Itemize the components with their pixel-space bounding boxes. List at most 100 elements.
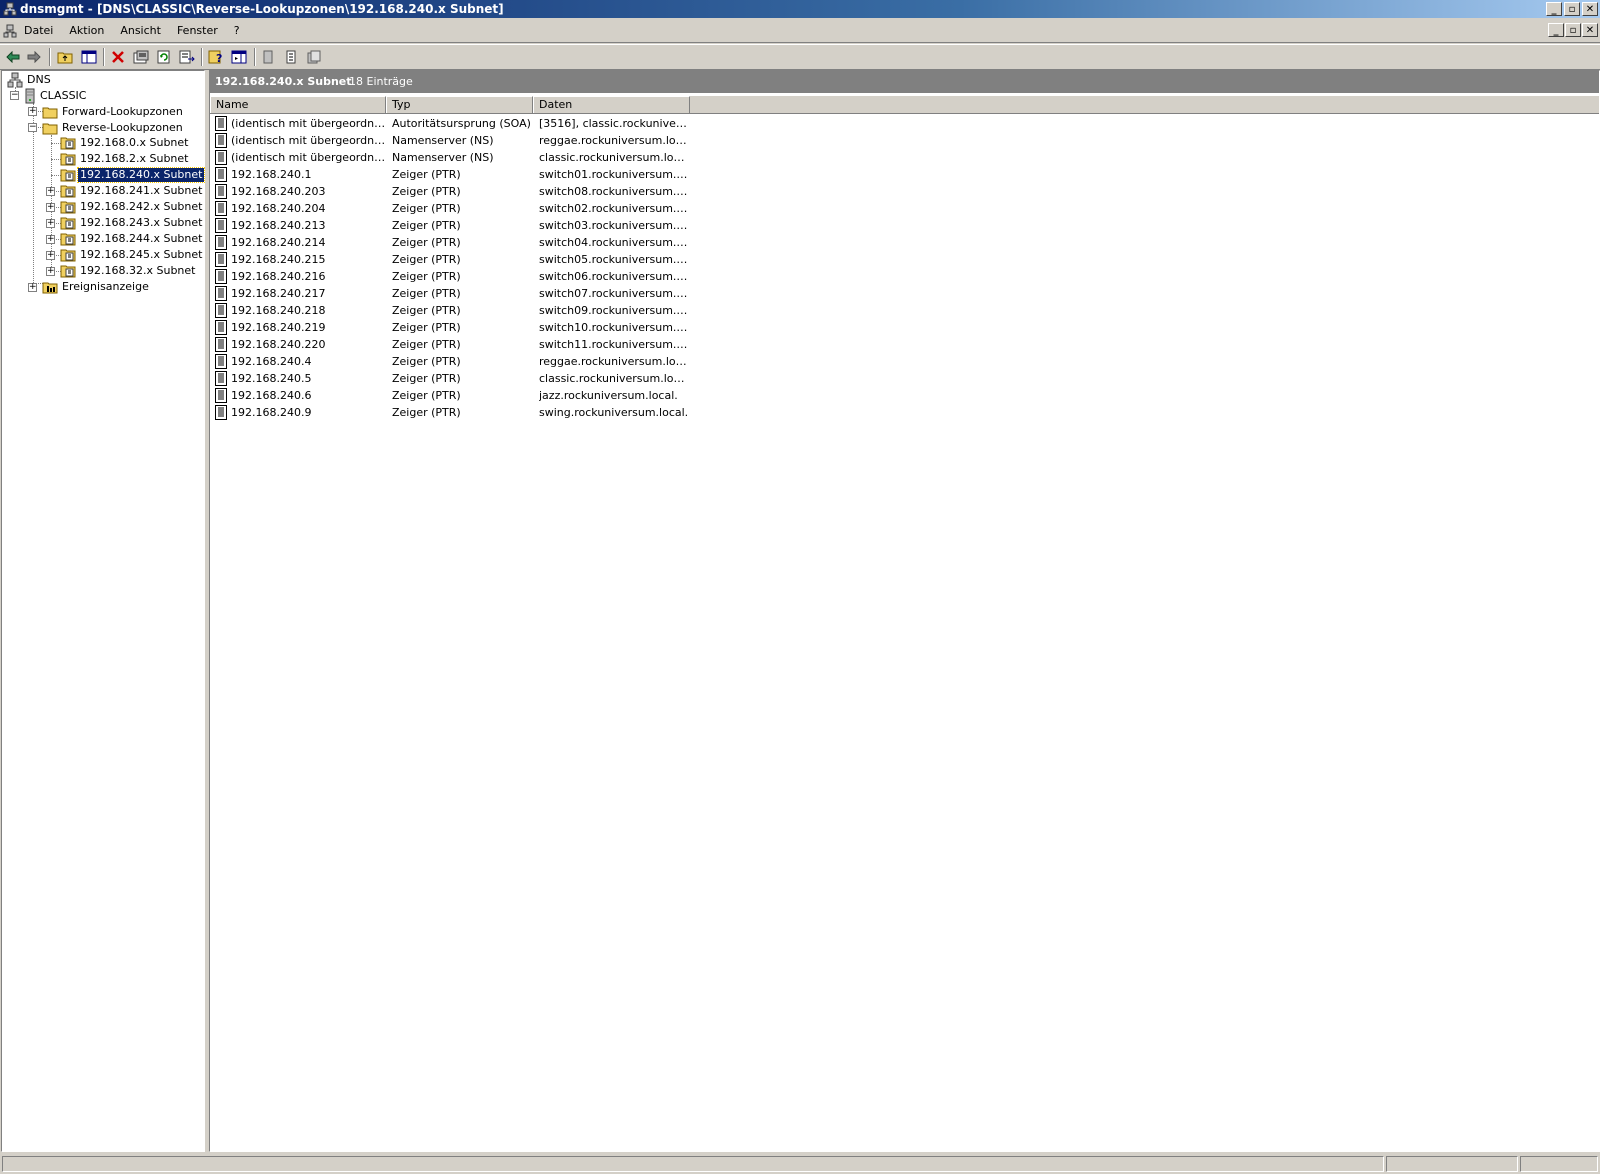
tree-node-forward-lookup[interactable]: Forward-Lookupzonen (42, 104, 185, 120)
collapse-classic-toggle[interactable]: − (10, 91, 19, 100)
cell-name: 192.168.240.204 (231, 202, 326, 215)
cell-daten: swing.rockuniversum.local. (539, 406, 689, 419)
cell-daten: switch04.rockuniversum.local. (539, 236, 689, 249)
record-row[interactable]: 192.168.240.218 Zeiger (PTR) switch09.rock… (210, 302, 1599, 319)
cell-name: 192.168.240.220 (231, 338, 326, 351)
back-icon[interactable] (4, 48, 22, 66)
expand-zone-toggle[interactable]: + (46, 267, 55, 276)
menu-help[interactable]: ? (234, 24, 248, 37)
expand-forward-toggle[interactable]: + (28, 107, 37, 116)
record-row[interactable]: 192.168.240.215 Zeiger (PTR) switch05.rock… (210, 251, 1599, 268)
close-button[interactable]: ✕ (1582, 2, 1598, 16)
record-row[interactable]: (identisch mit übergeordnete... Namenserv… (210, 149, 1599, 166)
status-bar (0, 1154, 1600, 1174)
tree-node-dns[interactable]: DNS (7, 72, 53, 88)
column-header-daten[interactable]: Daten (533, 96, 690, 113)
menu-aktion[interactable]: Aktion (69, 24, 112, 37)
record-row[interactable]: 192.168.240.219 Zeiger (PTR) switch10.rock… (210, 319, 1599, 336)
tree-node-zone[interactable]: 192.168.240.x Subnet (60, 167, 206, 183)
expand-zone-toggle[interactable]: + (46, 251, 55, 260)
zone-folder-icon (60, 167, 76, 183)
menu-datei[interactable]: Datei (24, 24, 61, 37)
cell-name: 192.168.240.214 (231, 236, 326, 249)
expand-zone-toggle[interactable]: + (46, 219, 55, 228)
column-headers: Name Typ Daten (210, 96, 1599, 114)
record-row[interactable]: 192.168.240.9 Zeiger (PTR) swing.rockunive… (210, 404, 1599, 421)
expand-events-toggle[interactable]: + (28, 283, 37, 292)
minimize-button[interactable]: _ (1546, 2, 1562, 16)
up-folder-icon[interactable] (56, 48, 74, 66)
help-icon[interactable]: ? (207, 48, 225, 66)
cell-typ: Zeiger (PTR) (392, 338, 461, 351)
mdi-restore-button[interactable]: ▫ (1565, 23, 1581, 37)
record-row[interactable]: (identisch mit übergeordnete... Autorität… (210, 115, 1599, 132)
collapse-reverse-toggle[interactable]: − (28, 123, 37, 132)
record-row[interactable]: 192.168.240.204 Zeiger (PTR) switch02.rock… (210, 200, 1599, 217)
cell-name: (identisch mit übergeordnete... (231, 151, 386, 164)
expand-zone-toggle[interactable]: + (46, 235, 55, 244)
tree-node-zone[interactable]: 192.168.0.x Subnet (60, 135, 190, 151)
record-row[interactable]: 192.168.240.4 Zeiger (PTR) reggae.rockuniv… (210, 353, 1599, 370)
cell-typ: Zeiger (PTR) (392, 287, 461, 300)
view-large-icon[interactable] (259, 48, 277, 66)
mdi-close-button[interactable]: ✕ (1582, 23, 1598, 37)
menu-ansicht[interactable]: Ansicht (120, 24, 169, 37)
delete-icon[interactable] (109, 48, 127, 66)
tree-node-ereignisanzeige[interactable]: Ereignisanzeige (42, 279, 151, 295)
cell-name: 192.168.240.1 (231, 168, 312, 181)
cell-daten: classic.rockuniversum.local. (539, 372, 689, 385)
tree-label: 192.168.2.x Subnet (80, 152, 189, 165)
tree-node-zone[interactable]: 192.168.32.x Subnet (60, 263, 197, 279)
dns-record-icon (215, 303, 227, 318)
restore-button[interactable]: ▫ (1564, 2, 1580, 16)
record-row[interactable]: 192.168.240.5 Zeiger (PTR) classic.rockuni… (210, 370, 1599, 387)
zone-folder-icon (60, 263, 76, 279)
tree-node-zone[interactable]: 192.168.2.x Subnet (60, 151, 190, 167)
record-row[interactable]: (identisch mit übergeordnete... Namenserv… (210, 132, 1599, 149)
record-row[interactable]: 192.168.240.217 Zeiger (PTR) switch07.rock… (210, 285, 1599, 302)
tree-node-classic[interactable]: CLASSIC (24, 88, 88, 104)
tree-label: 192.168.242.x Subnet (80, 200, 203, 213)
mdi-minimize-button[interactable]: _ (1548, 23, 1564, 37)
column-header-name[interactable]: Name (210, 96, 386, 113)
record-row[interactable]: 192.168.240.1 Zeiger (PTR) switch01.rockun… (210, 166, 1599, 183)
export-list-icon[interactable] (178, 48, 196, 66)
view-detail-icon[interactable] (305, 48, 323, 66)
svg-text:?: ? (216, 52, 222, 64)
tree-node-zone[interactable]: 192.168.245.x Subnet (60, 247, 204, 263)
view-list-icon[interactable] (282, 48, 300, 66)
tree-node-zone[interactable]: 192.168.244.x Subnet (60, 231, 204, 247)
dns-record-icon (215, 337, 227, 352)
tree-node-zone[interactable]: 192.168.242.x Subnet (60, 199, 204, 215)
record-row[interactable]: 192.168.240.214 Zeiger (PTR) switch04.rock… (210, 234, 1599, 251)
tree-label: 192.168.241.x Subnet (80, 184, 203, 197)
menu-fenster[interactable]: Fenster (177, 24, 226, 37)
column-header-typ[interactable]: Typ (386, 96, 533, 113)
cell-typ: Zeiger (PTR) (392, 202, 461, 215)
dns-root-icon (7, 72, 23, 88)
action-pane-icon[interactable] (230, 48, 248, 66)
cell-daten: switch03.rockuniversum.local. (539, 219, 689, 232)
console-tree[interactable]: DNS − CLASSIC + Forward-Lookupzonen − Reverse-… (1, 70, 206, 1152)
cell-typ: Zeiger (PTR) (392, 406, 461, 419)
record-row[interactable]: 192.168.240.6 Zeiger (PTR) jazz.rockuniver… (210, 387, 1599, 404)
document-system-icon[interactable] (3, 24, 17, 38)
record-row[interactable]: 192.168.240.216 Zeiger (PTR) switch06.rock… (210, 268, 1599, 285)
expand-zone-toggle[interactable]: + (46, 187, 55, 196)
result-pane[interactable]: 192.168.240.x Subnet 18 Einträge Name Ty… (209, 70, 1600, 1152)
record-row[interactable]: 192.168.240.220 Zeiger (PTR) switch11.rock… (210, 336, 1599, 353)
tree-node-zone[interactable]: 192.168.243.x Subnet (60, 215, 204, 231)
expand-zone-toggle[interactable]: + (46, 203, 55, 212)
refresh-icon[interactable] (155, 48, 173, 66)
cell-name: (identisch mit übergeordnete... (231, 117, 386, 130)
tree-node-zone[interactable]: 192.168.241.x Subnet (60, 183, 204, 199)
forward-icon[interactable] (25, 48, 43, 66)
title-bar[interactable]: dnsmgmt - [DNS\CLASSIC\Reverse-Lookupzon… (0, 0, 1600, 18)
properties-icon[interactable] (132, 48, 150, 66)
dns-record-icon (215, 354, 227, 369)
show-hide-tree-icon[interactable] (80, 48, 98, 66)
record-row[interactable]: 192.168.240.213 Zeiger (PTR) switch03.rock… (210, 217, 1599, 234)
cell-name: (identisch mit übergeordnete... (231, 134, 386, 147)
tree-node-reverse-lookup[interactable]: Reverse-Lookupzonen (42, 120, 185, 136)
record-row[interactable]: 192.168.240.203 Zeiger (PTR) switch08.rock… (210, 183, 1599, 200)
